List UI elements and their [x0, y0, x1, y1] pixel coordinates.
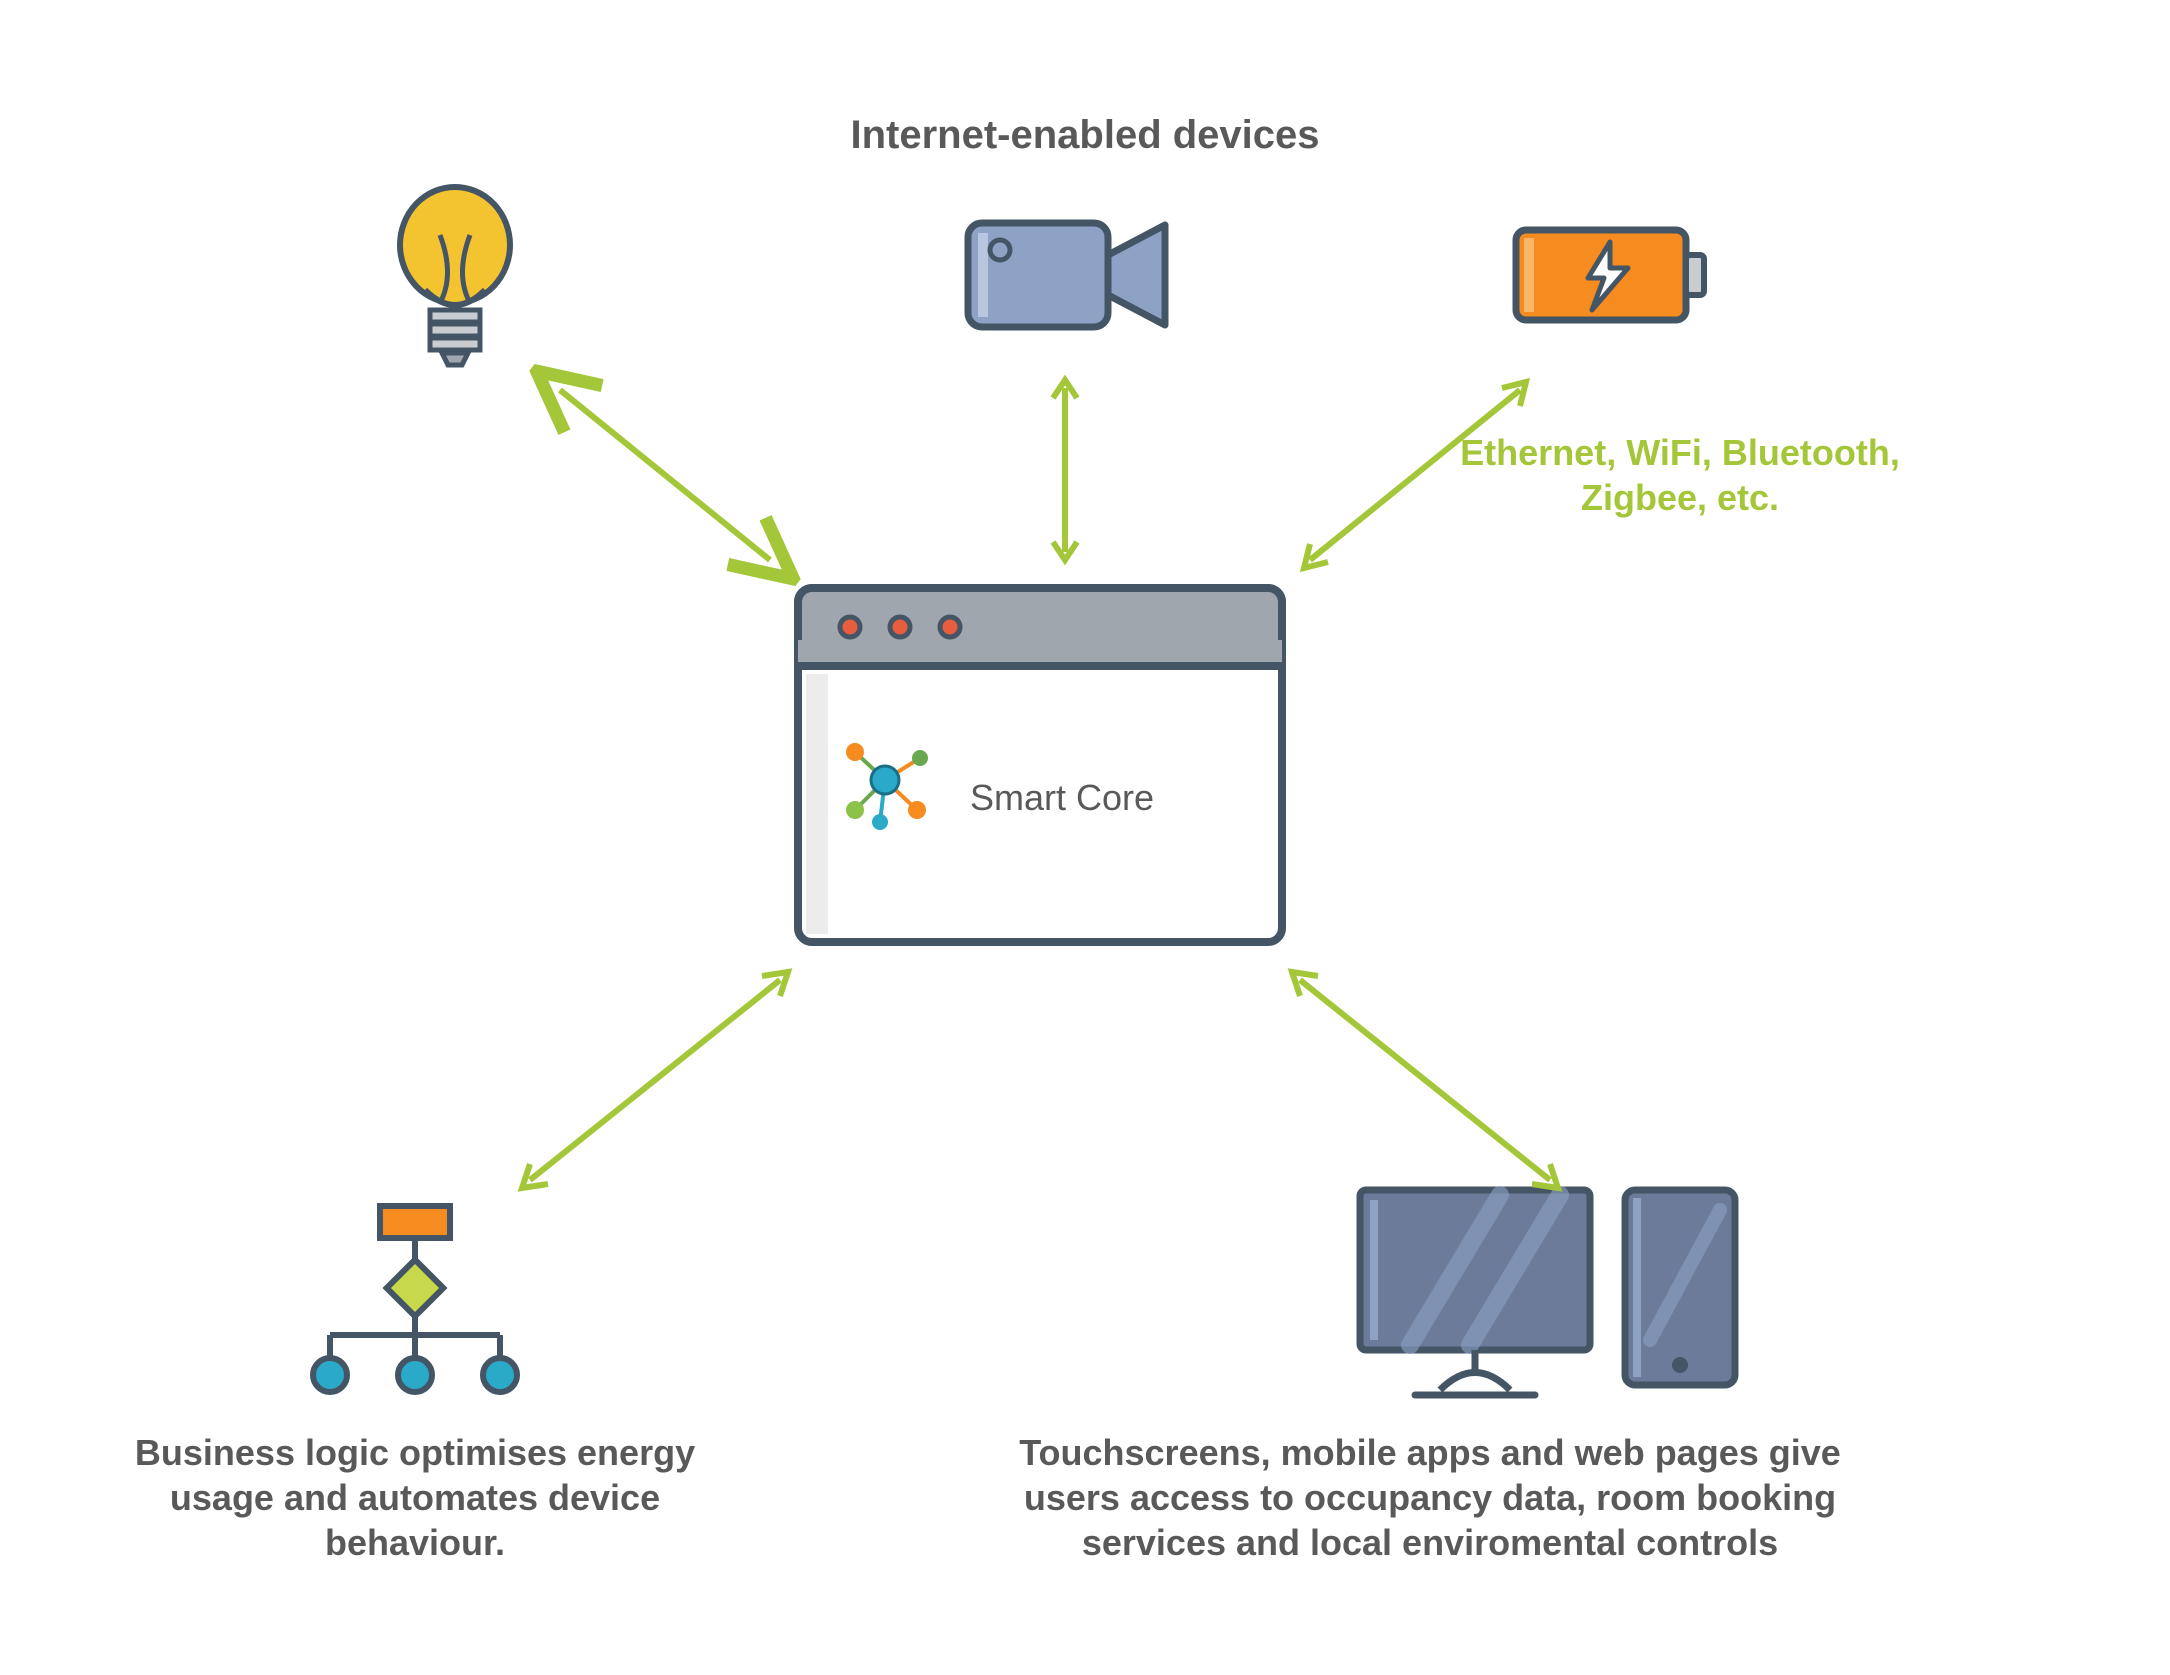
smart-core-label: Smart Core — [970, 777, 1154, 819]
arrow-to-lightbulb — [540, 370, 790, 580]
arrow-to-camera — [1045, 370, 1085, 570]
diagram-canvas: Internet-enabled devices Ethernet, WiFi,… — [0, 0, 2170, 1675]
arrow-to-battery — [1290, 370, 1540, 580]
flowchart-icon — [300, 1200, 530, 1400]
smart-core-window-icon — [790, 580, 1290, 950]
monitor-phone-icon — [1350, 1180, 1750, 1410]
lightbulb-icon — [370, 175, 540, 375]
business-logic-caption: Business logic optimises energy usage an… — [115, 1430, 715, 1565]
battery-icon — [1510, 220, 1710, 330]
heading-devices: Internet-enabled devices — [735, 110, 1435, 160]
arrow-to-monitor — [1280, 960, 1570, 1200]
arrow-to-flowchart — [510, 960, 800, 1200]
user-interfaces-caption: Touchscreens, mobile apps and web pages … — [980, 1430, 1880, 1565]
camera-icon — [960, 205, 1180, 345]
